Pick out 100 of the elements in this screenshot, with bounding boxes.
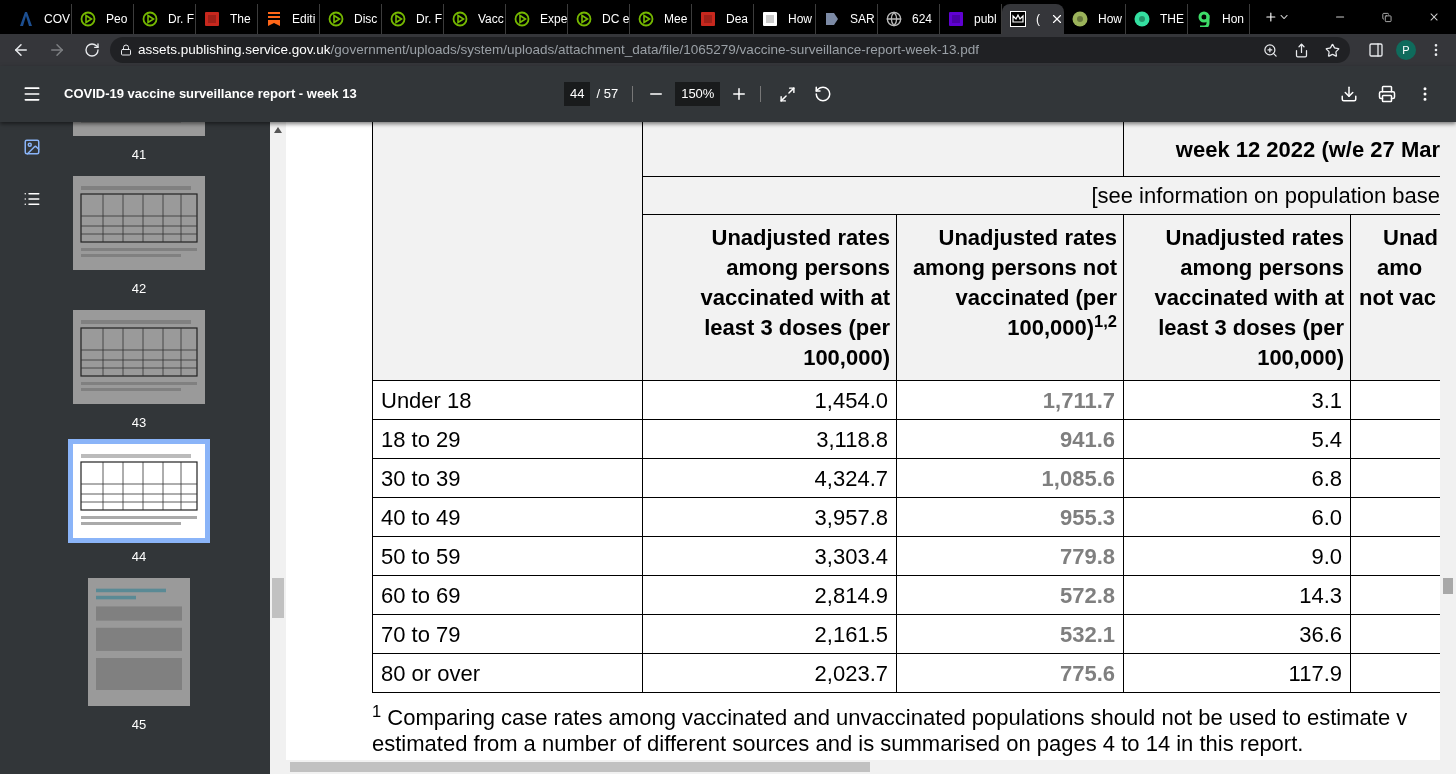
url-path: /government/uploads/system/uploads/attachment_data/file/1065279/vaccine-surveillance-report-week-13.pdf: [330, 40, 979, 59]
tab-title: Hon: [1222, 11, 1244, 28]
zoom-icon[interactable]: [1263, 42, 1278, 58]
tab-title: DC e: [602, 11, 629, 28]
tab-title: Editi: [292, 11, 316, 28]
tab-title: Expe: [540, 11, 567, 28]
play-icon: [576, 11, 592, 27]
table-cell-text: 572.8: [1059, 581, 1115, 610]
age-group-cell-text: 80 or over: [381, 659, 481, 688]
page-number: 45: [131, 717, 147, 733]
site-icon: [1134, 11, 1150, 27]
column-header: amo: [1377, 254, 1423, 282]
table-cell-text: 9.0: [1311, 542, 1342, 571]
scrollbar-thumb[interactable]: [1443, 578, 1453, 594]
age-group-cell-text: 60 to 69: [381, 581, 461, 610]
bookmark-star-icon[interactable]: [1325, 42, 1340, 58]
population-note: [see information on population base: [1091, 182, 1440, 210]
scrollbar[interactable]: [1440, 122, 1456, 760]
restore-icon[interactable]: [1382, 10, 1392, 24]
back-icon[interactable]: [12, 41, 30, 59]
side-panel-icon[interactable]: [1368, 42, 1384, 58]
tab-title: Dr. F: [168, 11, 194, 28]
table-cell-text: 6.8: [1311, 464, 1342, 493]
site-icon: [824, 11, 840, 27]
reload-icon[interactable]: [84, 42, 100, 58]
browser-tab[interactable]: (: [1002, 4, 1064, 34]
period-heading: week 12 2022 (w/e 27 Mar: [1175, 138, 1440, 162]
age-group-cell-text: 18 to 29: [381, 425, 461, 454]
tab-title: Mee: [664, 11, 688, 28]
thumbnails-icon[interactable]: [23, 138, 41, 156]
age-group-cell-text: Under 18: [381, 386, 472, 415]
lock-icon: [120, 44, 132, 56]
tab-title: publ: [974, 11, 997, 28]
page-number: 41: [131, 147, 147, 163]
site-icon: [700, 11, 716, 27]
table-cell-text: 1,085.6: [1041, 464, 1115, 493]
url-host: assets.publishing.service.gov.uk: [138, 40, 331, 59]
table-cell-text: 779.8: [1059, 542, 1115, 571]
share-icon[interactable]: [1294, 42, 1309, 58]
tab-title: Dea: [726, 11, 748, 28]
zoom-field[interactable]: 150%: [675, 82, 721, 106]
address-field[interactable]: assets.publishing.service.gov.uk/government/uploads/system/uploads/attachment_data/file/1065279/vaccine-surveillance-report-week-13.pdf: [110, 37, 1350, 63]
horizontal-scrollbar[interactable]: [286, 760, 1456, 774]
scrollbar-track[interactable]: [270, 122, 286, 774]
scrollbar-thumb[interactable]: [272, 578, 284, 618]
table-cell-text: 2,161.5: [814, 620, 888, 649]
table-cell-text: 1,711.7: [1042, 386, 1115, 415]
table-cell-text: 117.9: [1288, 659, 1342, 688]
play-icon: [514, 11, 530, 27]
menu-icon[interactable]: [22, 84, 42, 104]
table-cell-text: 3,957.8: [814, 503, 888, 532]
fit-page-icon[interactable]: [779, 85, 797, 103]
play-icon: [80, 11, 96, 27]
scroll-up-icon[interactable]: [274, 127, 282, 133]
play-icon: [142, 11, 158, 27]
table-cell-text: 1,454.0: [814, 386, 888, 415]
table-cell-text: 14.3: [1299, 581, 1342, 610]
close-icon[interactable]: [1050, 12, 1064, 26]
site-icon: [1072, 11, 1088, 27]
table-cell-text: 5.4: [1311, 425, 1342, 454]
table-cell-text: 2,023.7: [814, 659, 888, 688]
bookmark-icon: [266, 11, 282, 27]
forward-icon[interactable]: [48, 41, 66, 59]
tab-title: Vacc: [478, 11, 504, 28]
site-icon: [762, 11, 778, 27]
site-icon: [948, 11, 964, 27]
outline-icon[interactable]: [23, 190, 41, 208]
crown-icon: [1010, 11, 1026, 27]
globe-icon: [886, 11, 902, 27]
tab-title: How: [1098, 11, 1122, 28]
age-group-cell-text: 40 to 49: [381, 503, 461, 532]
tab-title: THE: [1160, 11, 1184, 28]
document-title: COVID-19 vaccine surveillance report - week 13: [64, 85, 358, 104]
column-header: not vac: [1359, 284, 1437, 312]
download-icon[interactable]: [1340, 85, 1358, 103]
table-cell-text: 6.0: [1311, 503, 1342, 532]
age-group-cell-text: 70 to 79: [381, 620, 461, 649]
column-header: Unadjusted rates among persons vaccinated with at least 3 doses (per 100,000): [1154, 225, 1344, 370]
column-header: Unad: [1383, 224, 1438, 252]
tab-title: Dr. F: [416, 11, 442, 28]
rotate-icon[interactable]: [814, 85, 833, 103]
play-icon: [452, 11, 468, 27]
age-group-cell-text: 50 to 59: [381, 542, 461, 571]
table-cell-text: 775.6: [1059, 659, 1115, 688]
tab-title: How: [788, 11, 812, 28]
tab-title: COV: [44, 11, 70, 28]
tab-title: SAR: [850, 11, 875, 28]
scrollbar-thumb[interactable]: [290, 762, 870, 772]
page-number: 44: [131, 549, 147, 565]
footnote-text: estimated from a number of different sources and is summarised on pages 4 to 14 in this report.: [372, 731, 1305, 757]
page-number-field[interactable]: 44: [564, 82, 591, 106]
tab-title: The: [230, 11, 251, 28]
play-icon: [390, 11, 406, 27]
age-group-cell-text: 30 to 39: [381, 464, 461, 493]
print-icon[interactable]: [1378, 85, 1396, 103]
site-icon: [1196, 11, 1212, 27]
page-number: 43: [131, 415, 147, 431]
page-number: 42: [131, 281, 147, 297]
profile-avatar[interactable]: P: [1396, 40, 1416, 60]
table-cell-text: 532.1: [1059, 620, 1115, 649]
